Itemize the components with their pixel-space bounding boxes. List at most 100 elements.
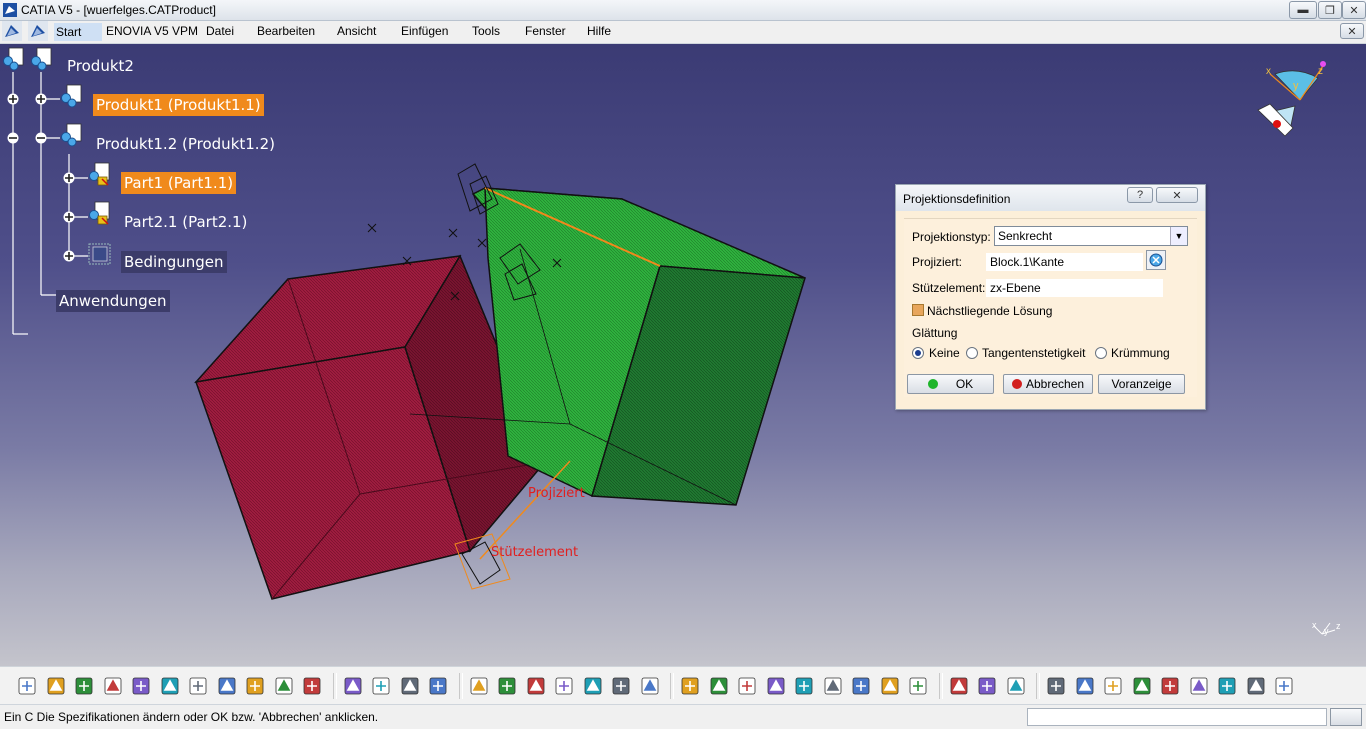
collapse-icon[interactable] [7, 132, 19, 144]
product-root-icon-2[interactable] [30, 47, 54, 73]
product-root-icon[interactable] [2, 47, 26, 73]
product-icon[interactable] [525, 675, 547, 697]
paste-icon[interactable] [216, 675, 238, 697]
tree-node-produkt1[interactable]: Produkt1 (Produkt1.1) [93, 94, 264, 116]
layer-icon[interactable] [1216, 675, 1238, 697]
menu-datei[interactable]: Datei [206, 24, 234, 38]
menu-start[interactable]: Start [54, 23, 102, 41]
redo-icon[interactable] [273, 675, 295, 697]
cut-icon[interactable] [159, 675, 181, 697]
table-icon[interactable] [427, 675, 449, 697]
print-icon[interactable] [130, 675, 152, 697]
cursor-icon[interactable] [1273, 675, 1295, 697]
command-button[interactable] [1330, 708, 1362, 726]
fly-icon[interactable] [553, 675, 575, 697]
tree-node-bedingungen[interactable]: Bedingungen [121, 251, 227, 273]
snapshot-icon[interactable] [907, 675, 929, 697]
catia-doc-icon[interactable] [2, 21, 22, 41]
ok-button[interactable]: OK [907, 374, 994, 394]
shading-icon[interactable] [822, 675, 844, 697]
smoothing-tangent-radio[interactable] [966, 347, 978, 359]
label-support[interactable]: Stützelement [491, 545, 578, 560]
save-icon[interactable] [102, 675, 124, 697]
menu-ansicht[interactable]: Ansicht [337, 24, 376, 38]
product-icon[interactable] [60, 123, 84, 149]
knowledge-icon[interactable] [370, 675, 392, 697]
tree-node-part1[interactable]: Part1 (Part1.1) [121, 172, 237, 194]
close-button[interactable]: ✕ [1342, 1, 1366, 19]
new-icon[interactable] [45, 675, 67, 697]
smoothing-none-radio[interactable] [912, 347, 924, 359]
minimize-button[interactable]: ▬ [1289, 1, 1317, 19]
menu-tools[interactable]: Tools [472, 24, 500, 38]
collapse-icon[interactable] [35, 132, 47, 144]
cancel-button[interactable]: Abbrechen [1003, 374, 1093, 394]
formula-icon[interactable] [342, 675, 364, 697]
tree-node-anwendungen[interactable]: Anwendungen [56, 290, 170, 312]
open-icon[interactable] [73, 675, 95, 697]
projected-field[interactable]: Block.1\Kante [986, 253, 1143, 271]
expand-icon[interactable] [63, 172, 75, 184]
whats-this-icon[interactable] [301, 675, 323, 697]
constraints-icon[interactable] [88, 241, 112, 267]
manipulation-icon[interactable] [948, 675, 970, 697]
expand-icon[interactable] [7, 93, 19, 105]
menu-enovia[interactable]: ENOVIA V5 VPM [106, 24, 198, 38]
selection-mode-icon[interactable] [1146, 250, 1166, 270]
fit-all-icon[interactable] [582, 675, 604, 697]
restore-button[interactable]: ❐ [1318, 1, 1342, 19]
projection-type-select[interactable]: Senkrecht ▼ [994, 226, 1188, 246]
hand-icon[interactable] [1102, 675, 1124, 697]
normal-view-icon[interactable] [736, 675, 758, 697]
product-doc-icon[interactable] [28, 21, 48, 41]
box-icon[interactable] [1245, 675, 1267, 697]
catia-app-icon[interactable] [3, 3, 17, 17]
macro-icon[interactable] [399, 675, 421, 697]
smoothing-curvature-radio[interactable] [1095, 347, 1107, 359]
zoom-out-icon[interactable] [708, 675, 730, 697]
label-projected[interactable]: Projiziert [528, 486, 585, 501]
swap-icon[interactable] [879, 675, 901, 697]
menu-fenster[interactable]: Fenster [525, 24, 566, 38]
chevron-down-icon[interactable]: ▼ [1170, 227, 1187, 245]
part-icon[interactable] [88, 201, 112, 227]
tree-icon[interactable] [468, 675, 490, 697]
zoom-in-icon[interactable] [679, 675, 701, 697]
page-icon[interactable] [16, 675, 38, 697]
doc-restore-button[interactable]: ✕ [1340, 23, 1364, 39]
expand-icon[interactable] [63, 250, 75, 262]
menu-bearbeiten[interactable]: Bearbeiten [257, 24, 315, 38]
list-icon[interactable] [1159, 675, 1181, 697]
iso-view-icon[interactable] [793, 675, 815, 697]
menu-hilfe[interactable]: Hilfe [587, 24, 611, 38]
pan-icon[interactable] [610, 675, 632, 697]
grid-icon[interactable] [1188, 675, 1210, 697]
camera-icon[interactable] [1045, 675, 1067, 697]
dialog-help-button[interactable]: ? [1127, 187, 1153, 203]
nearest-solution-checkbox[interactable] [912, 304, 924, 316]
tree-node-part21[interactable]: Part2.1 (Part2.1) [121, 211, 250, 233]
dialog-close-button[interactable]: ✕ [1156, 187, 1198, 203]
tree-node-produkt12[interactable]: Produkt1.2 (Produkt1.2) [93, 133, 278, 155]
compass-icon[interactable]: x y z [1257, 61, 1326, 137]
undo-icon[interactable] [244, 675, 266, 697]
axis-icon[interactable] [1131, 675, 1153, 697]
catalog-icon[interactable] [496, 675, 518, 697]
command-input[interactable] [1027, 708, 1327, 726]
hide-show-icon[interactable] [850, 675, 872, 697]
multi-view-icon[interactable] [765, 675, 787, 697]
support-field[interactable]: zx-Ebene [986, 279, 1163, 297]
part-icon[interactable] [88, 162, 112, 188]
product-icon[interactable] [60, 84, 84, 110]
tree-root-label[interactable]: Produkt2 [64, 55, 137, 77]
preview-button[interactable]: Voranzeige [1098, 374, 1185, 394]
dialog-title-bar[interactable]: Projektionsdefinition ? ✕ [896, 185, 1205, 211]
copy-icon[interactable] [187, 675, 209, 697]
spin-icon[interactable] [1074, 675, 1096, 697]
move-icon[interactable] [976, 675, 998, 697]
expand-icon[interactable] [35, 93, 47, 105]
rotate-icon[interactable] [639, 675, 661, 697]
menu-einfuegen[interactable]: Einfügen [401, 24, 448, 38]
expand-icon[interactable] [63, 211, 75, 223]
clash-icon[interactable] [1005, 675, 1027, 697]
